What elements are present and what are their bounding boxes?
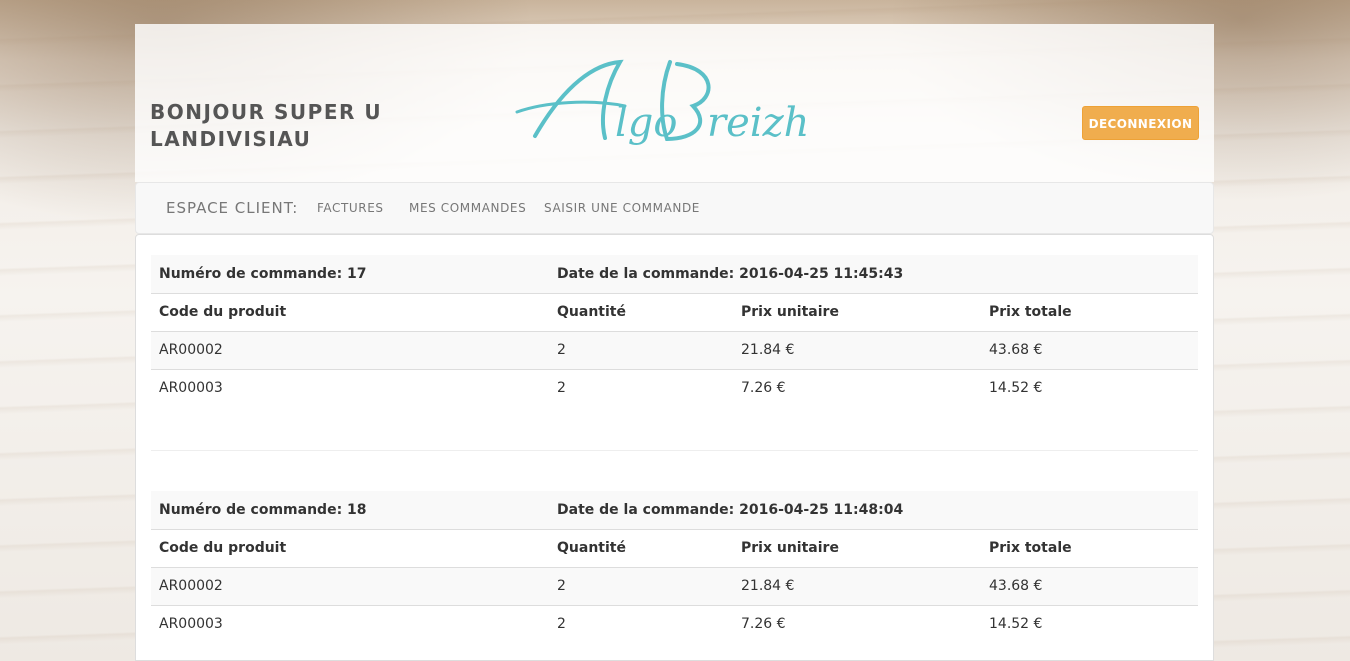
- total-price: 43.68 €: [981, 330, 1198, 369]
- navbar: ESPACE CLIENT: FACTURES MES COMMANDES SA…: [135, 182, 1214, 234]
- column-header: Quantité: [549, 528, 733, 567]
- orders-panel: Numéro de commande: 17 Date de la comman…: [135, 234, 1214, 661]
- product-code: AR00002: [151, 566, 549, 605]
- column-header: Prix totale: [981, 528, 1198, 567]
- column-header: Prix totale: [981, 292, 1198, 331]
- table-row: AR00002 2 21.84 € 43.68 €: [151, 330, 1198, 369]
- quantity: 2: [549, 566, 733, 605]
- nav-brand: ESPACE CLIENT:: [166, 199, 299, 217]
- greeting-title: BONJOUR SUPER U LANDIVISIAU: [150, 100, 383, 151]
- algobreizh-logo: lgo reizh: [515, 59, 809, 146]
- product-code: AR00002: [151, 330, 549, 369]
- nav-link-saisir-commande[interactable]: SAISIR UNE COMMANDE: [544, 183, 700, 233]
- order-number: Numéro de commande: 18: [159, 501, 367, 518]
- column-header: Quantité: [549, 292, 733, 331]
- column-header: Code du produit: [151, 528, 549, 567]
- total-price: 43.68 €: [981, 566, 1198, 605]
- nav-link-factures[interactable]: FACTURES: [317, 183, 384, 233]
- order-header-row: Numéro de commande: 18 Date de la comman…: [151, 491, 1198, 529]
- unit-price: 7.26 €: [733, 368, 981, 407]
- table-row: AR00002 2 21.84 € 43.68 €: [151, 566, 1198, 605]
- table-row: AR00003 2 7.26 € 14.52 €: [151, 604, 1198, 643]
- column-header: Prix unitaire: [733, 528, 981, 567]
- total-price: 14.52 €: [981, 604, 1198, 643]
- unit-price: 7.26 €: [733, 604, 981, 643]
- table-row: AR00003 2 7.26 € 14.52 €: [151, 368, 1198, 407]
- header: BONJOUR SUPER U LANDIVISIAU lgo reizh DE…: [135, 24, 1214, 182]
- page-container: BONJOUR SUPER U LANDIVISIAU lgo reizh DE…: [135, 24, 1214, 661]
- order-number: Numéro de commande: 17: [159, 265, 367, 282]
- order-date: Date de la commande: 2016-04-25 11:45:43: [557, 265, 904, 282]
- order-date: Date de la commande: 2016-04-25 11:48:04: [557, 501, 904, 518]
- column-header-row: Code du produit Quantité Prix unitaire P…: [151, 528, 1198, 567]
- column-header: Prix unitaire: [733, 292, 981, 331]
- product-code: AR00003: [151, 368, 549, 407]
- quantity: 2: [549, 368, 733, 407]
- column-header: Code du produit: [151, 292, 549, 331]
- order-table: Numéro de commande: 17 Date de la comman…: [151, 255, 1198, 407]
- order-separator: [151, 450, 1198, 451]
- quantity: 2: [549, 330, 733, 369]
- nav-link-mes-commandes[interactable]: MES COMMANDES: [409, 183, 526, 233]
- total-price: 14.52 €: [981, 368, 1198, 407]
- logout-button[interactable]: DECONNEXION: [1082, 106, 1199, 140]
- quantity: 2: [549, 604, 733, 643]
- order-table: Numéro de commande: 18 Date de la comman…: [151, 491, 1198, 643]
- logo-text-algo: lgo: [615, 100, 677, 146]
- unit-price: 21.84 €: [733, 330, 981, 369]
- order-header-row: Numéro de commande: 17 Date de la comman…: [151, 255, 1198, 293]
- unit-price: 21.84 €: [733, 566, 981, 605]
- product-code: AR00003: [151, 604, 549, 643]
- column-header-row: Code du produit Quantité Prix unitaire P…: [151, 292, 1198, 331]
- logo-text-breizh: reizh: [707, 100, 809, 146]
